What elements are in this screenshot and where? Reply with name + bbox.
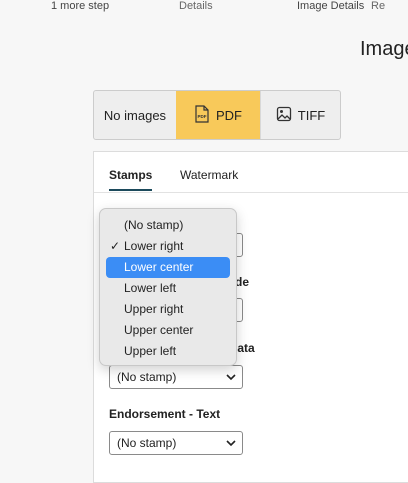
stamp-position-dropdown-menu: (No stamp) ✓ Lower right Lower center Low… <box>99 208 237 366</box>
menu-item-label: Lower left <box>124 281 177 295</box>
step-review[interactable]: Re <box>371 0 385 12</box>
menu-item-upper-left[interactable]: Upper left <box>106 341 230 362</box>
tab-bar: Stamps Watermark <box>94 152 408 193</box>
field-label-partial-1: de <box>235 275 250 289</box>
format-selector: No images PDF PDF TIFF <box>93 90 341 140</box>
svg-text:PDF: PDF <box>198 114 207 119</box>
format-no-images-button[interactable]: No images <box>94 91 176 139</box>
menu-item-lower-left[interactable]: Lower left <box>106 278 230 299</box>
step-remaining-count: 1 more step <box>51 0 110 12</box>
endorsement-text-value: (No stamp) <box>117 436 177 450</box>
menu-item-no-stamp[interactable]: (No stamp) <box>106 215 230 236</box>
step-indicator: 1 more step Details Image Details Re <box>0 0 408 16</box>
step-details[interactable]: Details <box>179 0 213 12</box>
format-tiff-label: TIFF <box>297 107 326 123</box>
menu-item-upper-right[interactable]: Upper right <box>106 299 230 320</box>
format-pdf-button[interactable]: PDF PDF <box>176 91 260 139</box>
field-3-value: (No stamp) <box>117 370 177 384</box>
chevron-down-icon <box>226 440 236 447</box>
step-image-details[interactable]: Image Details <box>297 0 364 12</box>
menu-item-lower-right[interactable]: ✓ Lower right <box>106 236 230 257</box>
checkmark-icon: ✓ <box>110 239 121 253</box>
endorsement-text-select[interactable]: (No stamp) <box>109 431 243 455</box>
format-no-images-label: No images <box>103 107 167 123</box>
tab-watermark[interactable]: Watermark <box>180 168 238 182</box>
menu-item-label: Upper right <box>124 302 184 316</box>
menu-item-label: Lower center <box>124 260 194 274</box>
menu-item-upper-center[interactable]: Upper center <box>106 320 230 341</box>
chevron-down-icon <box>226 374 236 381</box>
page-title: Image <box>360 38 408 60</box>
format-tiff-button[interactable]: TIFF <box>260 91 340 139</box>
field-3-select[interactable]: (No stamp) <box>109 365 243 389</box>
image-icon <box>276 106 292 125</box>
format-pdf-label: PDF <box>216 107 242 123</box>
menu-item-label: (No stamp) <box>124 218 184 232</box>
menu-item-label: Lower right <box>124 239 184 253</box>
pdf-file-icon: PDF <box>194 104 210 126</box>
tab-stamps[interactable]: Stamps <box>109 168 153 191</box>
menu-item-lower-center[interactable]: Lower center <box>106 257 230 278</box>
endorsement-text-label: Endorsement - Text <box>109 407 221 421</box>
menu-item-label: Upper center <box>124 323 194 337</box>
menu-item-label: Upper left <box>124 344 177 358</box>
